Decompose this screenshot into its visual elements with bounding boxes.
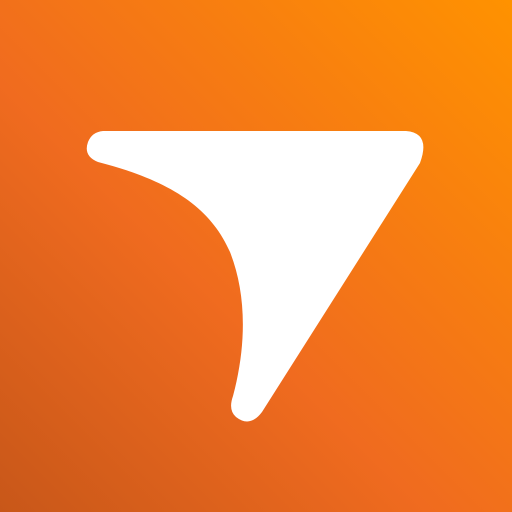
app-icon [0, 0, 512, 512]
app-icon-graphic [0, 0, 512, 512]
